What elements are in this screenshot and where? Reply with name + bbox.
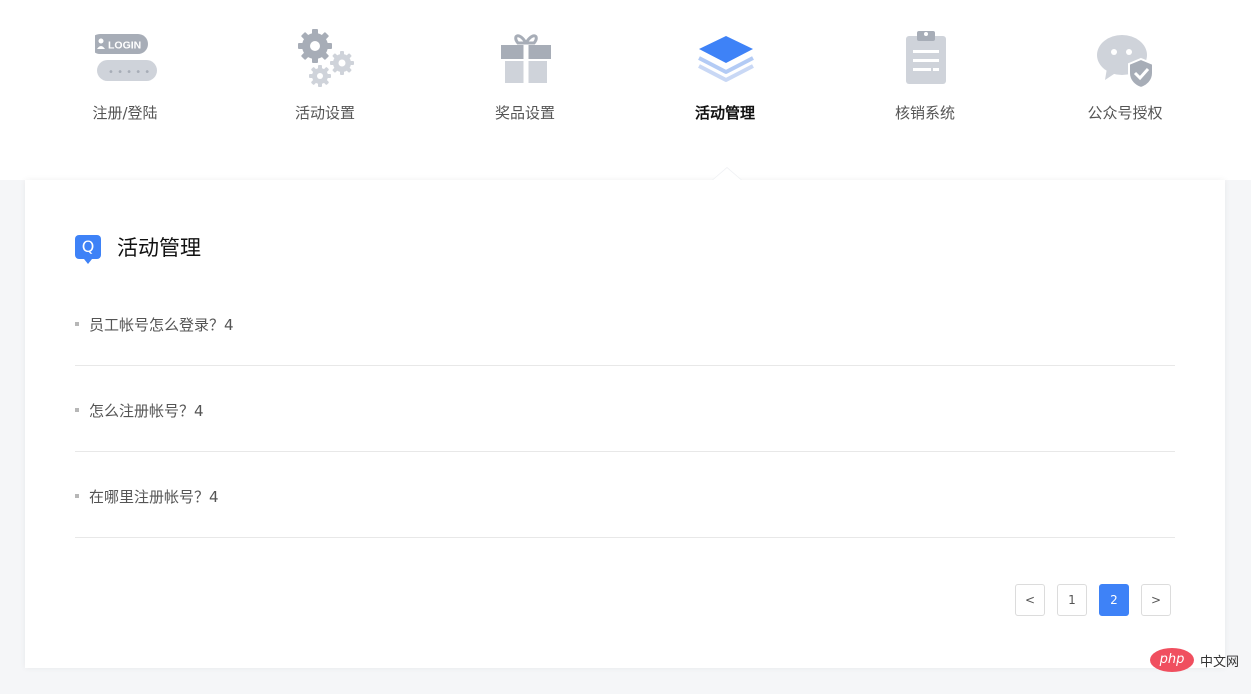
nav-item-register-login[interactable]: LOGIN • • • • • 注册/登陆 [25,0,225,140]
faq-question[interactable]: 员工帐号怎么登录？4 [89,314,234,335]
login-dots: • • • • • [108,67,150,78]
nav-label: 活动管理 [694,104,755,122]
nav-label: 奖品设置 [494,104,555,122]
bullet-icon [75,322,79,326]
nav-label: 注册/登陆 [92,104,158,122]
nav-label: 公众号授权 [1087,104,1163,122]
content-card: Q 活动管理 员工帐号怎么登录？4 怎么注册帐号？4 在哪里注册帐号？4 < 1… [25,167,1225,668]
nav-label: 核销系统 [894,104,955,122]
nav-item-activity-management[interactable]: 活动管理 [625,0,825,140]
nav-item-activity-settings[interactable]: 活动设置 [225,0,425,140]
nav-item-redemption-system[interactable]: 核销系统 [825,0,1025,140]
php-watermark: php 中文网 [1149,648,1239,672]
prev-page-button[interactable]: < [1015,584,1045,616]
pagination: < 1 2 > [1003,584,1171,616]
gift-icon [501,34,551,83]
bullet-icon [75,494,79,498]
login-badge-text: LOGIN [108,40,141,52]
login-icon: LOGIN • • • • • [95,34,157,81]
next-page-button[interactable]: > [1141,584,1171,616]
faq-item[interactable]: 在哪里注册帐号？4 [75,452,1175,538]
faq-item[interactable]: 怎么注册帐号？4 [75,366,1175,452]
top-nav-bar: LOGIN • • • • • 注册/登陆 活动设置 奖品设置 活动管理 核销系… [0,0,1251,180]
page-2-button[interactable]: 2 [1099,584,1129,616]
question-badge-icon: Q [75,235,101,264]
nav-item-official-account-auth[interactable]: 公众号授权 [1025,0,1225,140]
layers-icon [698,36,754,82]
faq-list: 员工帐号怎么登录？4 怎么注册帐号？4 在哪里注册帐号？4 [75,280,1175,538]
gears-icon [298,29,354,87]
faq-question[interactable]: 怎么注册帐号？4 [89,400,204,421]
section-header: Q 活动管理 [75,232,201,264]
section-title: 活动管理 [117,236,201,260]
clipboard-icon [906,31,946,84]
page-1-button[interactable]: 1 [1057,584,1087,616]
nav-label: 活动设置 [294,104,355,122]
wechat-shield-icon [1097,35,1154,90]
faq-question[interactable]: 在哪里注册帐号？4 [89,486,219,507]
faq-item[interactable]: 员工帐号怎么登录？4 [75,280,1175,366]
active-caret [713,168,741,180]
bullet-icon [75,408,79,412]
watermark-text: 中文网 [1199,654,1239,670]
feature-nav: LOGIN • • • • • 注册/登陆 活动设置 奖品设置 活动管理 核销系… [25,0,1225,180]
php-logo: php [1149,648,1194,672]
nav-item-prize-settings[interactable]: 奖品设置 [425,0,625,140]
